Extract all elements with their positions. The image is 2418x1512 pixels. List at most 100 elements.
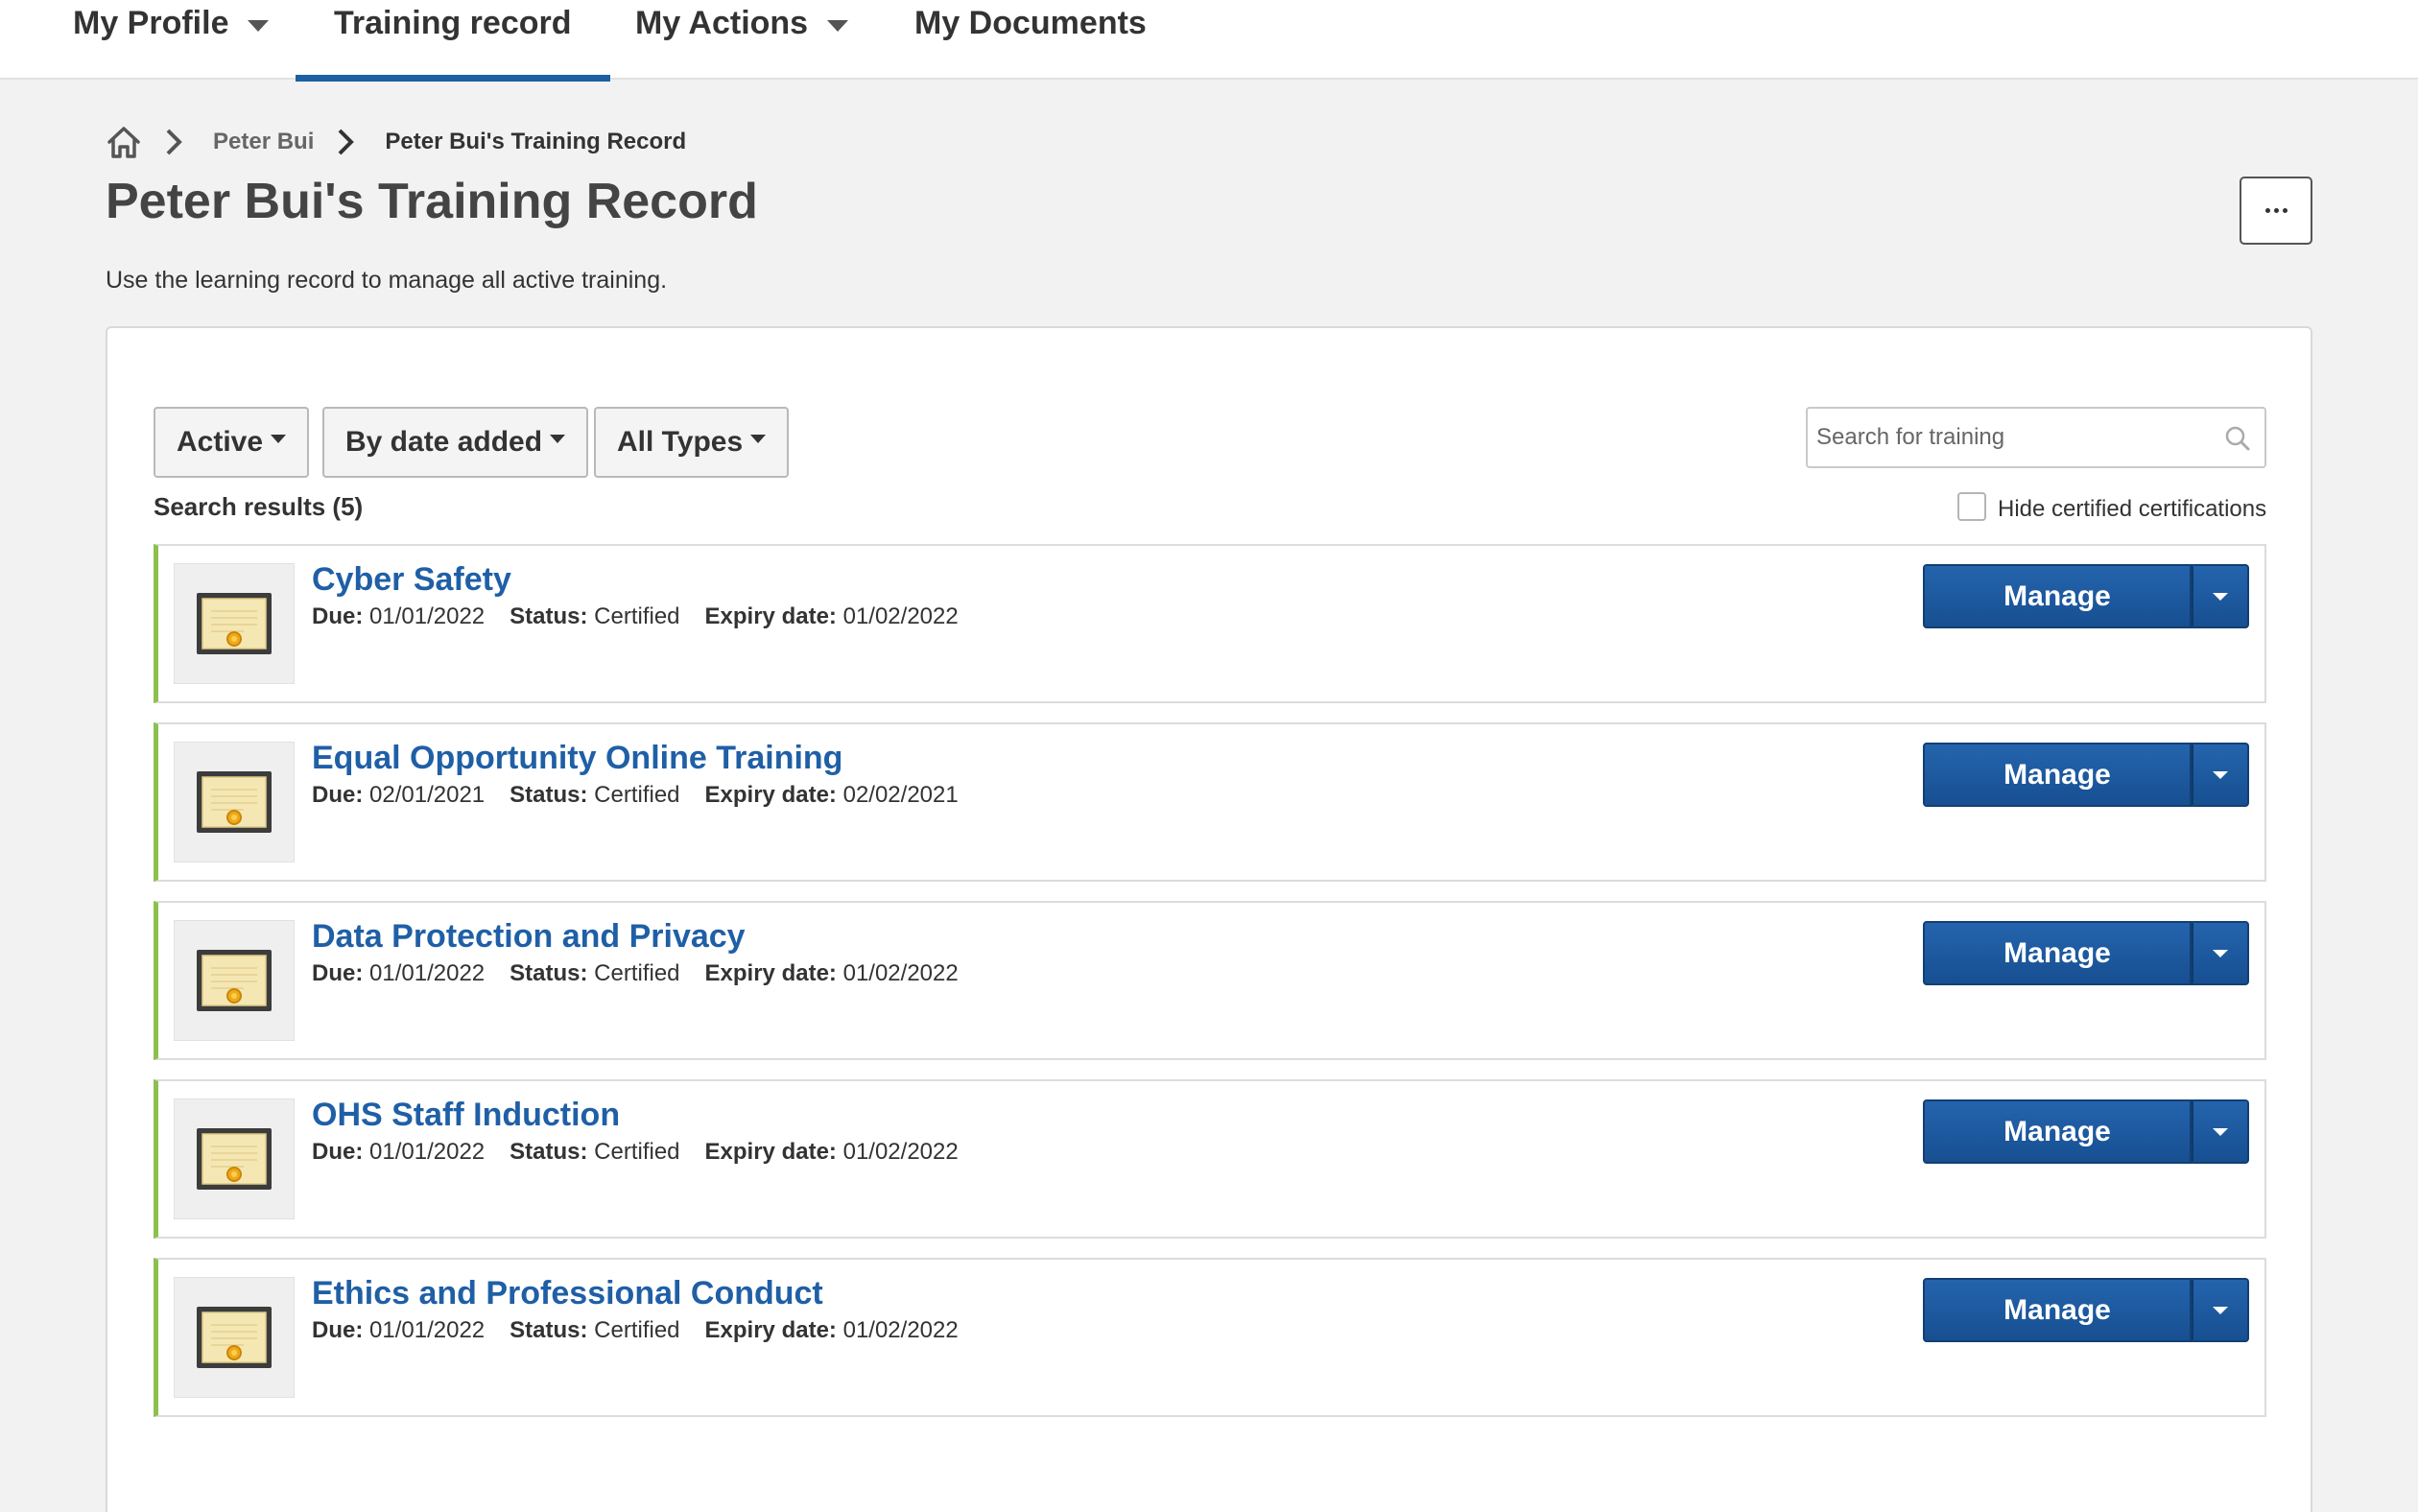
caret-down-icon: [2213, 592, 2228, 601]
training-row: Cyber Safety Due: 01/01/2022 Status: Cert…: [154, 544, 2266, 703]
manage-button-group: Manage: [1923, 564, 2249, 628]
training-title-link[interactable]: Ethics and Professional Conduct: [312, 1275, 823, 1312]
caret-down-icon: [2213, 770, 2228, 779]
manage-dropdown-toggle[interactable]: [2192, 1278, 2249, 1342]
expiry-date: 01/02/2022: [842, 960, 959, 986]
nav-my-actions[interactable]: My Actions: [635, 0, 849, 80]
breadcrumb: Peter Bui Peter Bui's Training Record: [106, 121, 686, 163]
home-icon[interactable]: [106, 124, 142, 160]
training-title-link[interactable]: Data Protection and Privacy: [312, 918, 746, 956]
manage-dropdown-toggle[interactable]: [2192, 743, 2249, 807]
ellipsis-dot: [2273, 208, 2279, 213]
due-label: Due:: [312, 960, 364, 986]
chevron-right-icon: [166, 129, 182, 155]
due-date: 01/01/2022: [369, 1139, 486, 1165]
page-title: Peter Bui's Training Record: [106, 174, 758, 229]
expiry-date: 01/02/2022: [842, 603, 959, 629]
due-label: Due:: [312, 1317, 364, 1343]
manage-dropdown-toggle[interactable]: [2192, 564, 2249, 628]
training-row: Data Protection and Privacy Due: 01/01/2…: [154, 901, 2266, 1060]
sort-dropdown[interactable]: By date added: [322, 407, 589, 478]
expiry-label: Expiry date:: [704, 603, 837, 629]
training-list-card: Active By date added All Types Search re…: [106, 326, 2312, 1512]
caret-down-icon: [750, 434, 767, 443]
manage-dropdown-toggle[interactable]: [2192, 921, 2249, 985]
chevron-down-icon: [248, 19, 270, 32]
certificate-icon: [197, 771, 272, 833]
expiry-label: Expiry date:: [704, 1139, 837, 1165]
status-label: Status:: [510, 960, 588, 986]
chevron-right-icon: [338, 129, 355, 155]
training-row: Ethics and Professional Conduct Due: 01/…: [154, 1258, 2266, 1417]
status-label: Status:: [510, 782, 588, 808]
page-subtitle: Use the learning record to manage all ac…: [106, 267, 668, 294]
nav-my-actions-label: My Actions: [635, 5, 809, 41]
manage-button[interactable]: Manage: [1923, 921, 2192, 985]
type-filter-label: All Types: [617, 426, 744, 458]
certificate-thumbnail: [174, 563, 295, 684]
manage-dropdown-toggle[interactable]: [2192, 1099, 2249, 1164]
certificate-thumbnail: [174, 920, 295, 1041]
expiry-label: Expiry date:: [704, 782, 837, 808]
manage-button[interactable]: Manage: [1923, 743, 2192, 807]
nav-my-documents-label: My Documents: [914, 5, 1147, 41]
caret-down-icon: [2213, 949, 2228, 957]
training-meta: Due: 01/01/2022 Status: Certified Expiry d…: [312, 603, 959, 630]
status-value: Certified: [594, 1139, 680, 1165]
expiry-date: 02/02/2021: [842, 782, 959, 808]
caret-down-icon: [271, 434, 287, 443]
nav-my-profile[interactable]: My Profile: [73, 0, 270, 80]
ellipsis-icon: [2264, 208, 2270, 213]
nav-training-record[interactable]: Training record: [296, 0, 610, 82]
hide-certified-toggle[interactable]: Hide certified certifications: [1957, 492, 2267, 524]
manage-button[interactable]: Manage: [1923, 1099, 2192, 1164]
certificate-icon: [197, 593, 272, 654]
status-value: Certified: [594, 782, 680, 808]
hide-certified-checkbox[interactable]: [1957, 492, 1986, 521]
certificate-thumbnail: [174, 742, 295, 862]
status-label: Status:: [510, 603, 588, 629]
status-value: Certified: [594, 603, 680, 629]
status-filter-dropdown[interactable]: Active: [154, 407, 310, 478]
expiry-label: Expiry date:: [704, 960, 837, 986]
breadcrumb-link-peter-bui[interactable]: Peter Bui: [213, 129, 314, 155]
search-box: [1806, 407, 2266, 468]
manage-button-group: Manage: [1923, 921, 2249, 985]
certificate-icon: [197, 1128, 272, 1190]
training-title-link[interactable]: Cyber Safety: [312, 561, 511, 599]
expiry-date: 01/02/2022: [842, 1139, 959, 1165]
hide-certified-label: Hide certified certifications: [1998, 496, 2267, 522]
certificate-icon: [197, 1307, 272, 1368]
search-icon[interactable]: [2224, 425, 2251, 452]
due-label: Due:: [312, 782, 364, 808]
sort-label: By date added: [345, 426, 543, 458]
status-value: Certified: [594, 1317, 680, 1343]
manage-button[interactable]: Manage: [1923, 564, 2192, 628]
expiry-date: 01/02/2022: [842, 1317, 959, 1343]
training-row: Equal Opportunity Online Training Due: 0…: [154, 722, 2266, 882]
training-title-link[interactable]: Equal Opportunity Online Training: [312, 740, 842, 777]
due-label: Due:: [312, 1139, 364, 1165]
type-filter-dropdown[interactable]: All Types: [594, 407, 790, 478]
caret-down-icon: [2213, 1127, 2228, 1136]
breadcrumb-current: Peter Bui's Training Record: [385, 129, 687, 154]
chevron-down-icon: [827, 19, 849, 32]
search-input[interactable]: [1808, 409, 2211, 466]
due-date: 01/01/2022: [369, 603, 486, 629]
top-navigation: My Profile Training record My Actions My…: [0, 0, 2418, 82]
training-meta: Due: 02/01/2021 Status: Certified Expiry d…: [312, 782, 959, 809]
training-meta: Due: 01/01/2022 Status: Certified Expiry d…: [312, 1317, 959, 1344]
training-title-link[interactable]: OHS Staff Induction: [312, 1097, 620, 1134]
caret-down-icon: [2213, 1306, 2228, 1314]
certificate-icon: [197, 950, 272, 1011]
status-label: Status:: [510, 1317, 588, 1343]
manage-button-group: Manage: [1923, 1278, 2249, 1342]
status-filter-label: Active: [177, 426, 264, 458]
due-date: 02/01/2021: [369, 782, 486, 808]
caret-down-icon: [550, 434, 566, 443]
more-options-button[interactable]: [2240, 177, 2312, 245]
nav-my-documents[interactable]: My Documents: [914, 0, 1147, 80]
status-value: Certified: [594, 960, 680, 986]
status-label: Status:: [510, 1139, 588, 1165]
manage-button[interactable]: Manage: [1923, 1278, 2192, 1342]
